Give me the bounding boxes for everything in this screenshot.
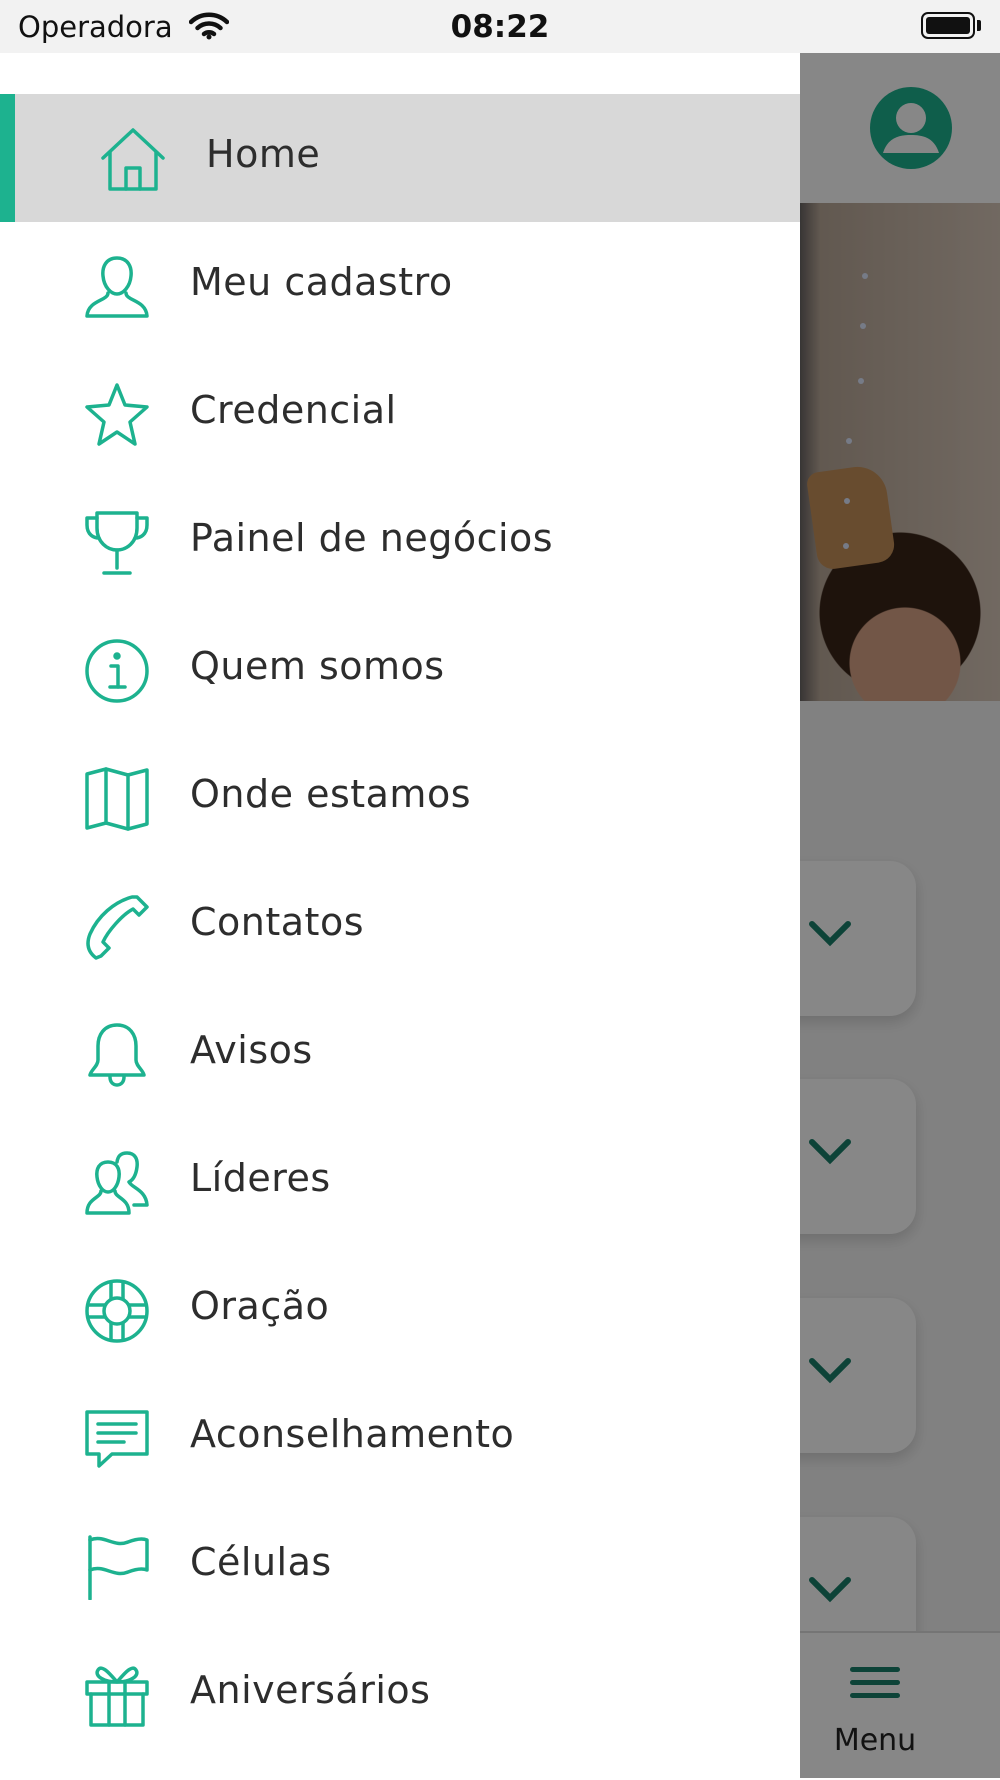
drawer-item-celulas[interactable]: Células	[0, 1502, 800, 1630]
drawer-item-label: Painel de negócios	[190, 516, 554, 560]
drawer-item-aniversarios[interactable]: Aniversários	[0, 1630, 800, 1758]
drawer-item-lideres[interactable]: Líderes	[0, 1118, 800, 1246]
drawer-item-aconselhamento[interactable]: Aconselhamento	[0, 1374, 800, 1502]
gift-icon	[85, 1666, 149, 1727]
home-icon	[101, 128, 165, 191]
battery-cap	[977, 20, 981, 31]
drawer-item-label: Avisos	[190, 1028, 313, 1072]
drawer-item-label: Credencial	[190, 388, 397, 432]
drawer-item-credencial[interactable]: Credencial	[0, 350, 800, 478]
flag-icon	[88, 1535, 149, 1600]
trophy-icon	[85, 511, 149, 575]
drawer-item-avisos[interactable]: Avisos	[0, 990, 800, 1118]
star-icon	[85, 383, 149, 446]
drawer-item-label: Aconselhamento	[190, 1412, 515, 1456]
drawer-item-oracao[interactable]: Oração	[0, 1246, 800, 1374]
phone-icon	[86, 895, 149, 960]
bell-icon	[88, 1023, 146, 1087]
drawer-item-label: Meu cadastro	[190, 260, 453, 304]
lifebuoy-icon	[85, 1279, 149, 1343]
map-icon	[85, 767, 149, 831]
status-bar: Operadora 08:22	[0, 0, 1000, 53]
chat-icon	[85, 1410, 149, 1468]
battery-icon	[921, 12, 975, 39]
drawer-item-painel-de-negocios[interactable]: Painel de negócios	[0, 478, 800, 606]
active-indicator	[0, 94, 15, 222]
drawer-item-label: Contatos	[190, 900, 364, 944]
info-icon	[85, 639, 149, 703]
drawer-item-onde-estamos[interactable]: Onde estamos	[0, 734, 800, 862]
drawer-item-label: Oração	[190, 1284, 330, 1328]
status-time: 08:22	[450, 9, 550, 45]
drawer-item-label: Líderes	[190, 1156, 331, 1200]
drawer-item-label: Home	[206, 132, 321, 176]
drawer-item-label: Onde estamos	[190, 772, 471, 816]
navigation-drawer: Home Meu cadastro Credencial Painel de n…	[0, 53, 800, 1778]
drawer-item-label: Células	[190, 1540, 332, 1584]
drawer-item-home[interactable]: Home	[0, 94, 800, 222]
users-icon	[85, 1151, 149, 1215]
drawer-item-label: Quem somos	[190, 644, 445, 688]
drawer-item-label: Aniversários	[190, 1668, 431, 1712]
drawer-item-contatos[interactable]: Contatos	[0, 862, 800, 990]
drawer-item-meu-cadastro[interactable]: Meu cadastro	[0, 222, 800, 350]
drawer-item-quem-somos[interactable]: Quem somos	[0, 606, 800, 734]
user-icon	[85, 256, 149, 318]
